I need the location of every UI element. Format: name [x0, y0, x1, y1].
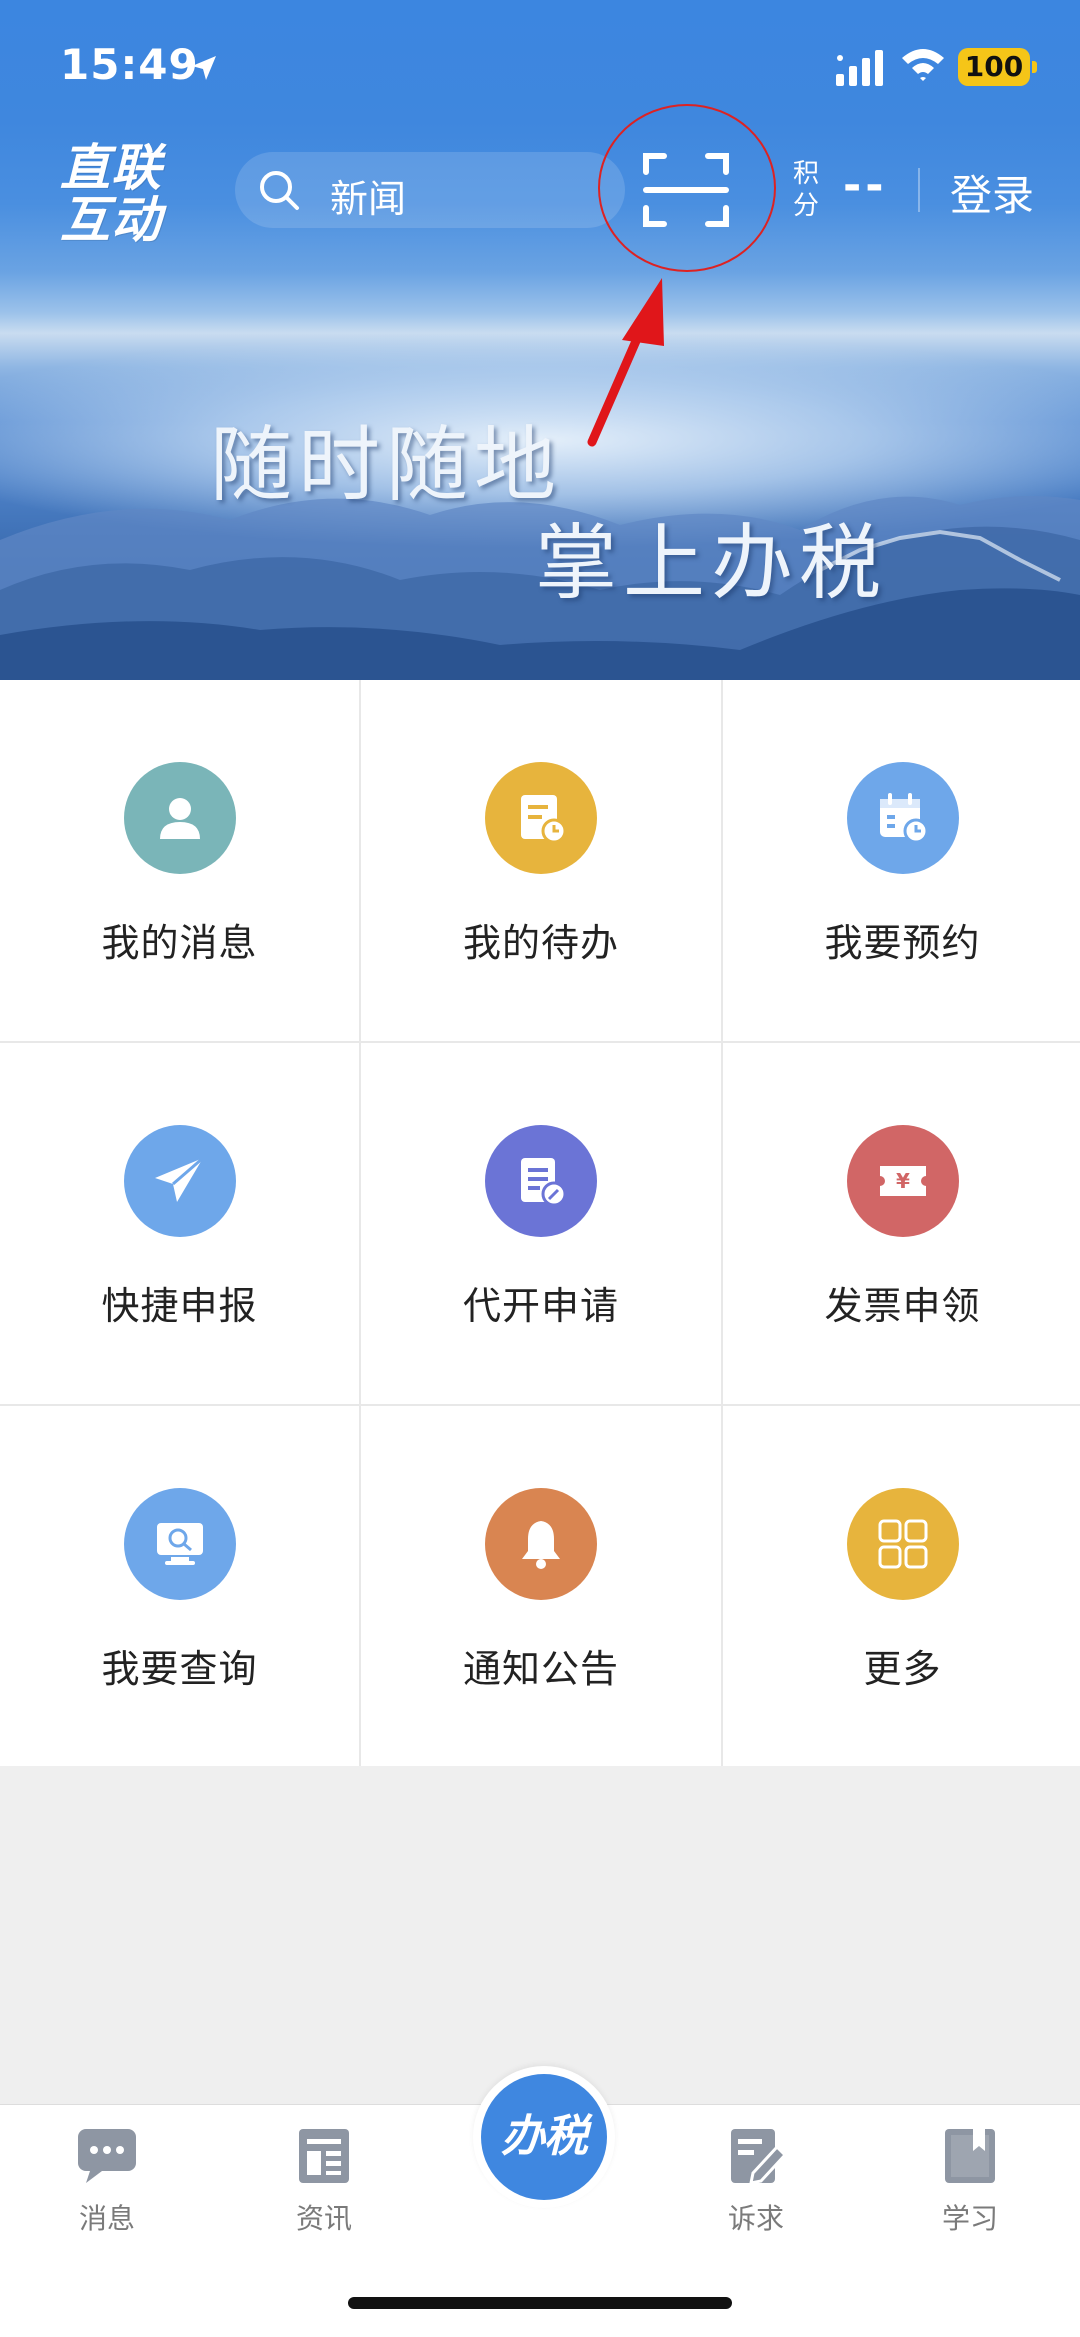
svg-text:¥: ¥ [896, 1169, 910, 1193]
monitor-search-icon [123, 1488, 236, 1600]
tile-invoice-request[interactable]: ¥ 发票申领 [723, 1043, 1080, 1404]
location-arrow-icon [192, 56, 216, 80]
login-button[interactable]: 登录 [950, 162, 1034, 223]
newspaper-icon [299, 2129, 349, 2183]
tile-invoice-issuance-application[interactable]: 代开申请 [361, 1043, 721, 1404]
todo-icon [485, 762, 597, 874]
logo-line-1: 直联 [60, 139, 162, 197]
document-edit-icon [485, 1125, 597, 1237]
tile-label: 我要查询 [101, 1647, 258, 1691]
tile-label: 代开申请 [462, 1284, 619, 1328]
annotation-circle [598, 104, 776, 272]
search-placeholder: 新闻 [330, 177, 407, 221]
search-input[interactable]: 新闻 [235, 152, 625, 228]
tile-label: 快捷申报 [101, 1284, 258, 1328]
tab-learning[interactable]: 学习 [900, 2125, 1040, 2237]
tile-notices[interactable]: 通知公告 [361, 1406, 721, 1766]
tile-quick-declaration[interactable]: 快捷申报 [0, 1043, 359, 1404]
banner-slogan-line-1: 随时随地 [210, 418, 563, 513]
tab-label: 学习 [941, 2202, 998, 2235]
header-divider [918, 168, 920, 212]
status-time: 15:49 [60, 40, 199, 89]
tab-news[interactable]: 资讯 [254, 2125, 394, 2237]
grid-more-icon [846, 1488, 959, 1600]
battery-indicator: 100 [958, 48, 1037, 86]
tile-label: 我的消息 [101, 921, 258, 965]
tile-label: 我要预约 [824, 921, 981, 965]
user-icon [123, 762, 236, 874]
points-value: -- [843, 160, 888, 211]
tab-tax-handling[interactable]: 办税 [473, 2066, 615, 2208]
app-logo: 直联 互动 [60, 142, 190, 246]
tile-label: 更多 [863, 1647, 942, 1691]
tile-my-messages[interactable]: 我的消息 [0, 680, 359, 1041]
tab-label: 消息 [78, 2202, 135, 2235]
calendar-clock-icon [846, 762, 959, 874]
tile-label: 我的待办 [462, 921, 619, 965]
edit-document-icon [731, 2129, 788, 2185]
cellular-signal-icon [836, 50, 883, 86]
tile-make-appointment[interactable]: 我要预约 [723, 680, 1080, 1041]
status-bar: 15:49 100 [0, 0, 1080, 130]
tab-tax-handling-label: 办税 [481, 2074, 607, 2200]
banner-slogan-line-2: 掌上办税 [535, 516, 888, 611]
tile-label: 发票申领 [824, 1284, 981, 1328]
bell-icon [485, 1488, 597, 1600]
paper-plane-icon [123, 1125, 236, 1237]
logo-line-2: 互动 [60, 191, 162, 249]
feature-grid: 我的消息 我的待办 我要预约 快捷申报 代开申请 ¥ 发票申领 我要查询 通知公… [0, 680, 1080, 1766]
chat-bubble-icon [78, 2129, 136, 2183]
wifi-icon [902, 49, 944, 81]
home-indicator [348, 2297, 732, 2309]
tab-messages[interactable]: 消息 [37, 2125, 177, 2237]
tile-inquiry[interactable]: 我要查询 [0, 1406, 359, 1766]
tab-label: 资讯 [295, 2202, 352, 2235]
annotation-arrow-icon [587, 278, 664, 447]
header-banner: 15:49 100 直联 互动 新闻 积分 -- 登录 随时随地 掌上办税 [0, 0, 1080, 680]
invoice-yen-icon: ¥ [846, 1125, 959, 1237]
tab-appeals[interactable]: 诉求 [686, 2125, 826, 2237]
tile-label: 通知公告 [462, 1647, 619, 1691]
tile-more[interactable]: 更多 [723, 1406, 1080, 1766]
search-icon [260, 171, 299, 210]
points-label: 积分 [793, 159, 820, 221]
tab-label: 诉求 [727, 2202, 784, 2235]
tile-my-todo[interactable]: 我的待办 [361, 680, 721, 1041]
book-icon [945, 2129, 995, 2183]
